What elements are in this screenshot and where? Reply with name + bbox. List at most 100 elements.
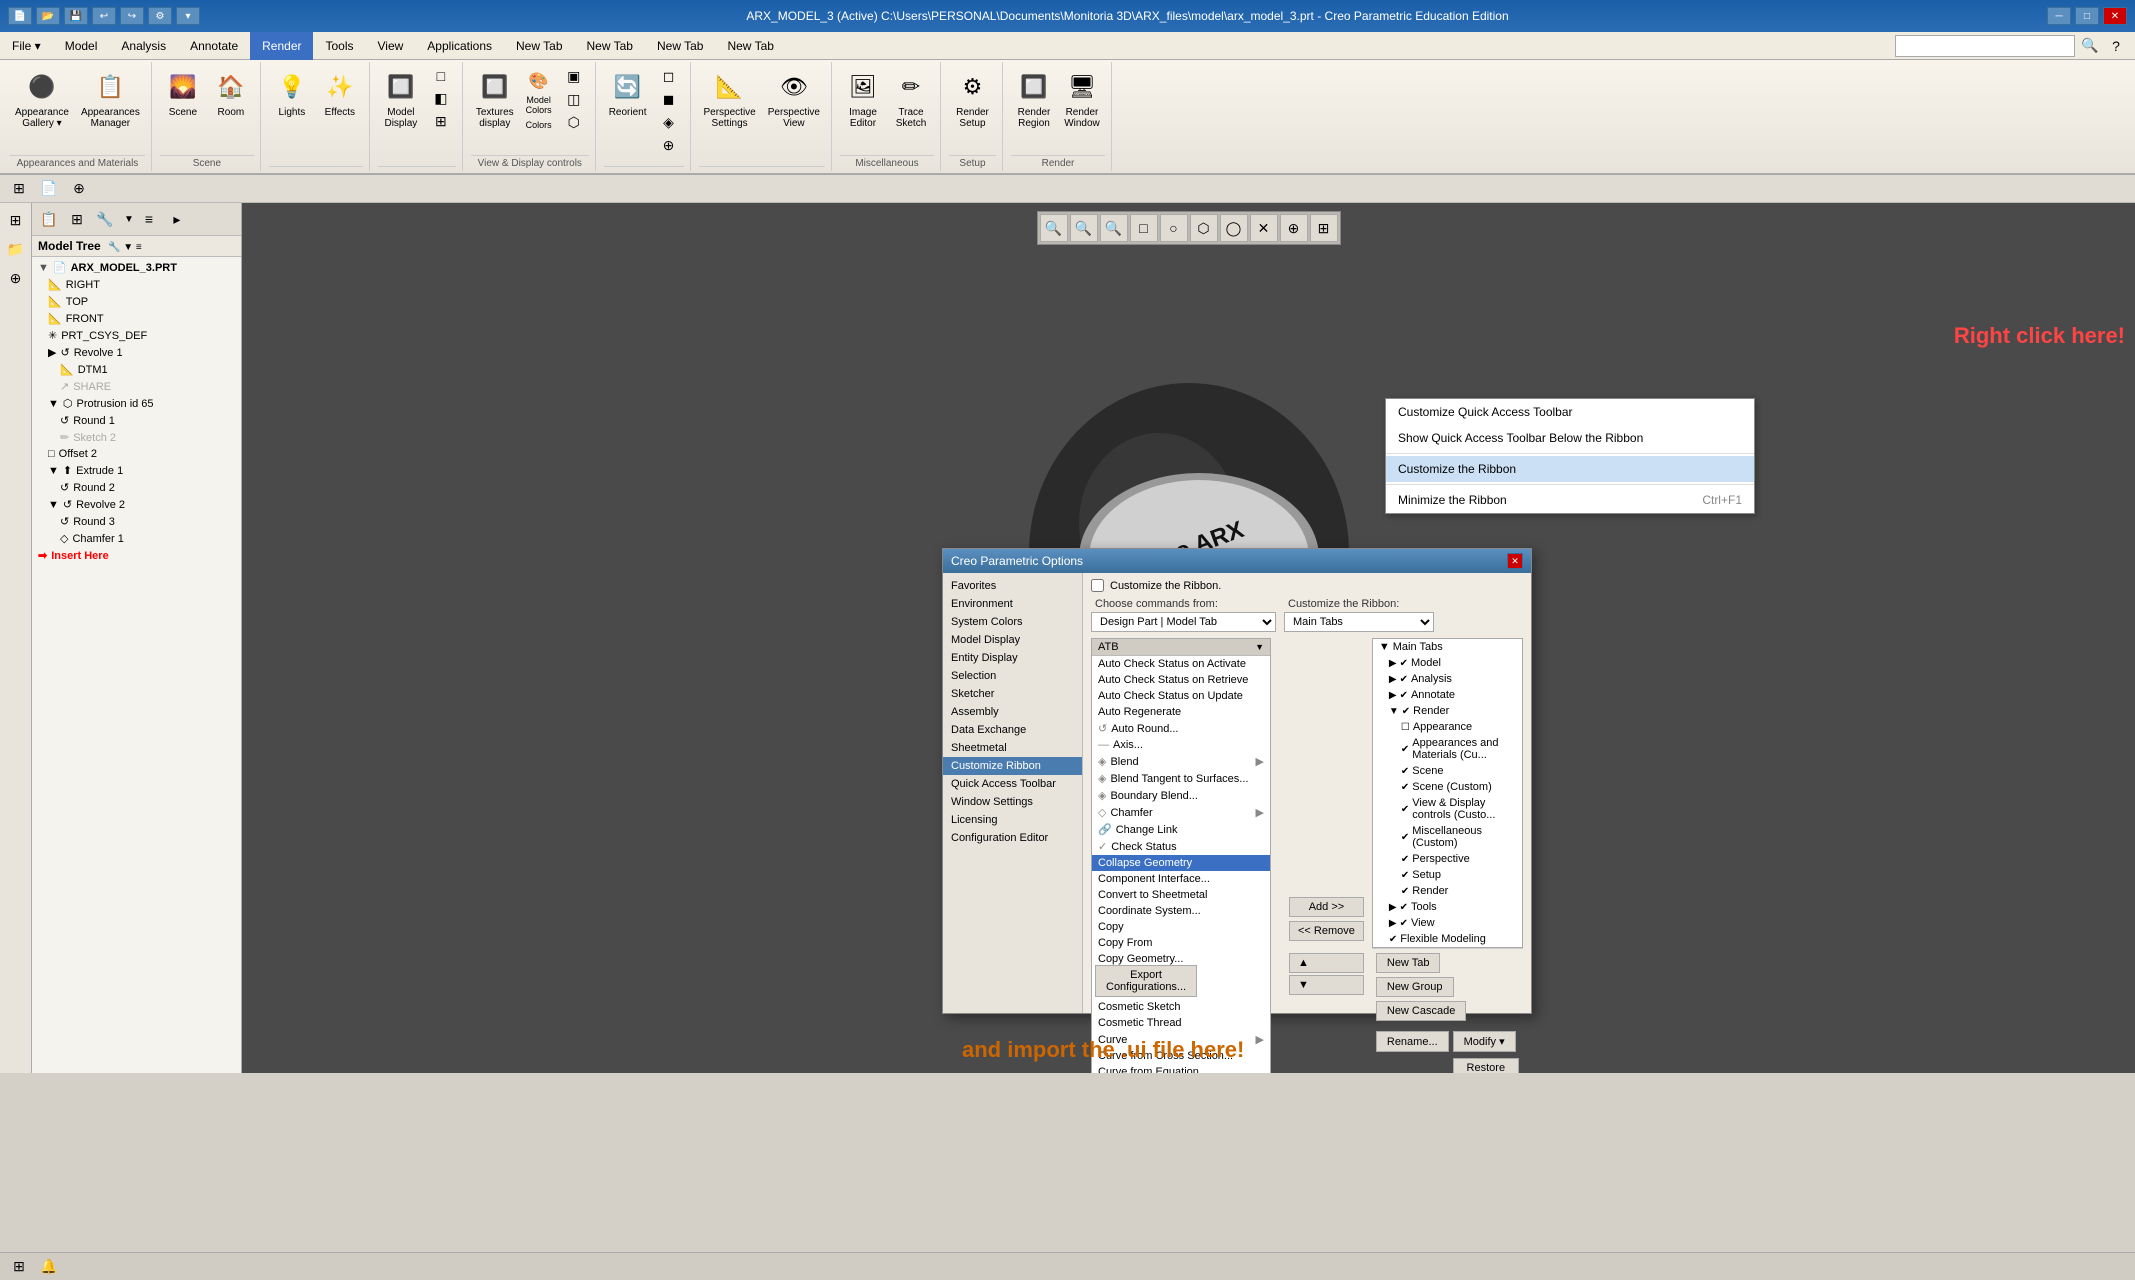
render-setup-btn[interactable]: ⚙ RenderSetup [950,66,996,132]
colors-sub-btn[interactable]: Colors [521,118,557,132]
reorient-sub4[interactable]: ⊕ [654,135,684,156]
cmd-check-status[interactable]: ✓ Check Status [1092,838,1270,855]
cmd-auto-regenerate[interactable]: Auto Regenerate [1092,704,1270,720]
lights-btn[interactable]: 💡 Lights [269,66,315,121]
rtree-appearance[interactable]: ☐ Appearance [1373,719,1522,735]
dnav-data-exchange[interactable]: Data Exchange [943,721,1082,739]
tree-item-chamfer1[interactable]: ◇ Chamfer 1 [32,530,241,547]
tree-item-sketch2[interactable]: ✏ Sketch 2 [32,429,241,446]
tree-item-dtm1[interactable]: 📐 DTM1 [32,361,241,378]
vp-cross-btn[interactable]: ✕ [1250,214,1278,242]
dnav-sheetmetal[interactable]: Sheetmetal [943,739,1082,757]
new-cascade-btn[interactable]: New Cascade [1376,1001,1466,1021]
restore-defaults-btn[interactable]: Restore Defaults ▾ [1453,1058,1519,1073]
rename-btn[interactable]: Rename... [1376,1031,1449,1052]
tree-item-round1[interactable]: ↺ Round 1 [32,412,241,429]
model-colors-btn[interactable]: 🎨 ModelColors [521,66,557,118]
tree-item-extrude1[interactable]: ▼ ⬆ Extrude 1 [32,462,241,479]
dnav-favorites[interactable]: Favorites [943,577,1082,595]
perspective-settings-btn[interactable]: 📐 PerspectiveSettings [699,66,761,132]
reorient-sub1[interactable]: ◻ [654,66,684,87]
open-btn[interactable]: 📂 [36,7,60,25]
rtree-tools[interactable]: ▶ ✔ Tools [1373,899,1522,915]
cmd-auto-round[interactable]: ↺ Auto Round... [1092,720,1270,737]
stb-btn2[interactable]: 📄 [36,176,62,202]
dnav-config-editor[interactable]: Configuration Editor [943,829,1082,847]
viewport[interactable]: 🔍 🔍 🔍 □ ○ ⬡ ◯ ✕ ⊕ ⊞ Creo ARX Com [242,203,2135,1073]
rtree-view-display[interactable]: ✔ View & Display controls (Custo... [1373,795,1522,823]
tree-settings-btn[interactable]: 🔧 [92,206,118,232]
tree-item-offset2[interactable]: □ Offset 2 [32,446,241,462]
tree-item-round2[interactable]: ↺ Round 2 [32,479,241,496]
dialog-close-btn[interactable]: ✕ [1507,553,1523,569]
tree-item-right[interactable]: 📐 RIGHT [32,276,241,293]
dnav-sketcher[interactable]: Sketcher [943,685,1082,703]
cmd-copy[interactable]: Copy [1092,919,1270,935]
cmd-blend[interactable]: ◈ Blend ▶ [1092,753,1270,770]
effects-btn[interactable]: ✨ Effects [317,66,363,121]
sub-display-btn3[interactable]: ⊞ [426,111,456,132]
dnav-window-settings[interactable]: Window Settings [943,793,1082,811]
undo-btn[interactable]: ↩ [92,7,116,25]
menu-annotate[interactable]: Annotate [178,32,250,60]
vp-circle-btn[interactable]: ◯ [1220,214,1248,242]
new-file-btn[interactable]: 📄 [8,7,32,25]
ltb-btn1[interactable]: ⊞ [3,207,29,233]
rtree-annotate[interactable]: ▶ ✔ Annotate [1373,687,1522,703]
new-group-btn[interactable]: New Group [1376,977,1454,997]
tree-item-round3[interactable]: ↺ Round 3 [32,513,241,530]
cmd-auto-check-activate[interactable]: Auto Check Status on Activate [1092,656,1270,672]
vp-grid-btn[interactable]: ⊞ [1310,214,1338,242]
tree-item-prt-csys[interactable]: ✳ PRT_CSYS_DEF [32,327,241,344]
rtree-scene[interactable]: ✔ Scene [1373,763,1522,779]
menu-applications[interactable]: Applications [415,32,504,60]
ctx-minimize-ribbon[interactable]: Minimize the Ribbon Ctrl+F1 [1386,487,1754,513]
rtree-render-sub[interactable]: ✔ Render [1373,883,1522,899]
ltb-btn2[interactable]: 📁 [3,236,29,262]
scene-btn[interactable]: 🌄 Scene [160,66,206,121]
tex-sub-btn1[interactable]: ▣ [559,66,589,87]
cmd-convert-sheetmetal[interactable]: Convert to Sheetmetal [1092,887,1270,903]
render-window-btn[interactable]: 🖥 RenderWindow [1059,66,1105,132]
sub-display-btn2[interactable]: ◧ [426,88,456,109]
tex-sub-btn3[interactable]: ⬡ [559,112,589,133]
rtree-view[interactable]: ▶ ✔ View [1373,915,1522,931]
search-btn[interactable]: 🔍 [2079,35,2101,57]
dnav-system-colors[interactable]: System Colors [943,613,1082,631]
menu-newtab1[interactable]: New Tab [504,32,574,60]
vp-shaded-btn[interactable]: ○ [1160,214,1188,242]
menu-analysis[interactable]: Analysis [109,32,178,60]
tree-item-front[interactable]: 📐 FRONT [32,310,241,327]
vp-zoom-in-btn[interactable]: 🔍 [1070,214,1098,242]
tree-item-revolve2[interactable]: ▼ ↺ Revolve 2 [32,496,241,513]
tree-item-root[interactable]: ▼ 📄 ARX_MODEL_3.PRT [32,259,241,276]
cmd-cosmetic-sketch[interactable]: Cosmetic Sketch [1092,999,1270,1015]
close-btn[interactable]: ✕ [2103,7,2127,25]
minimize-btn[interactable]: ─ [2047,7,2071,25]
menu-newtab3[interactable]: New Tab [645,32,715,60]
reorient-sub3[interactable]: ◈ [654,112,684,133]
dnav-model-display[interactable]: Model Display [943,631,1082,649]
dnav-entity-display[interactable]: Entity Display [943,649,1082,667]
tree-item-top[interactable]: 📐 TOP [32,293,241,310]
cmd-boundary-blend[interactable]: ◈ Boundary Blend... [1092,787,1270,804]
export-config-btn[interactable]: Export Configurations... [1095,965,1197,997]
rtree-analysis[interactable]: ▶ ✔ Analysis [1373,671,1522,687]
stb-btn1[interactable]: ⊞ [6,176,32,202]
menu-file[interactable]: File ▾ [0,32,53,60]
move-down-btn[interactable]: ▼ [1289,975,1364,995]
status-icon1[interactable]: ⊞ [8,1256,30,1278]
rtree-render[interactable]: ▼ ✔ Render [1373,703,1522,719]
add-btn[interactable]: Add >> [1289,897,1364,917]
model-display-btn[interactable]: 🔲 ModelDisplay [378,66,424,132]
dnav-assembly[interactable]: Assembly [943,703,1082,721]
dnav-selection[interactable]: Selection [943,667,1082,685]
vp-wireframe-btn[interactable]: □ [1130,214,1158,242]
vp-hex-btn[interactable]: ⬡ [1190,214,1218,242]
customize-ribbon-checkbox[interactable] [1091,579,1104,592]
rtree-main-tabs[interactable]: ▼ Main Tabs [1373,639,1522,655]
menu-tools[interactable]: Tools [313,32,365,60]
cmd-cosmetic-thread[interactable]: Cosmetic Thread [1092,1015,1270,1031]
sub-display-btn1[interactable]: □ [426,66,456,86]
rtree-scene-custom[interactable]: ✔ Scene (Custom) [1373,779,1522,795]
